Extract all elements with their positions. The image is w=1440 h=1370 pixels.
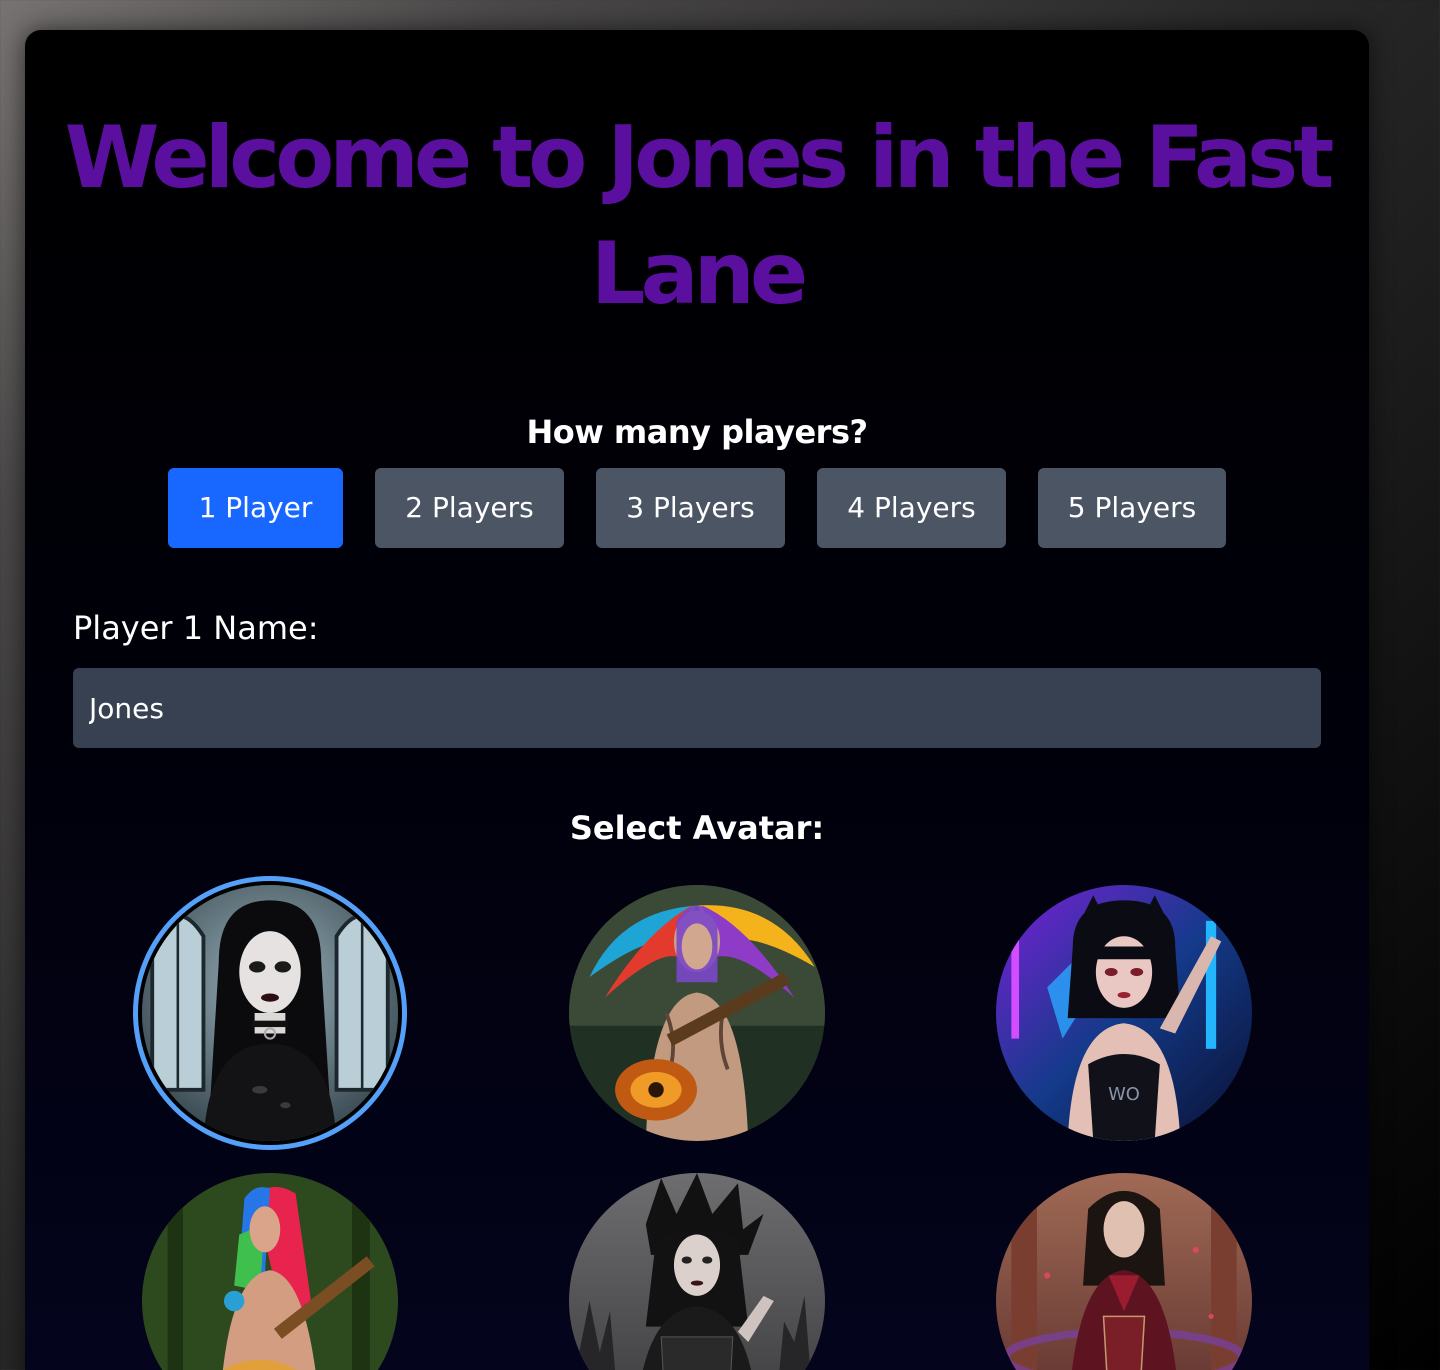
goth-girl-icon bbox=[142, 885, 398, 1141]
spiked-hair-goth-icon bbox=[569, 1173, 825, 1370]
neon-punk-girl-avatar[interactable]: WO bbox=[996, 885, 1252, 1141]
setup-panel: Welcome to Jones in the Fast Lane How ma… bbox=[25, 30, 1369, 1370]
spiked-hair-goth-avatar[interactable] bbox=[569, 1173, 825, 1370]
player-count-button-4[interactable]: 4 Players bbox=[817, 468, 1006, 548]
rainbow-hair-guitarist-avatar[interactable] bbox=[569, 885, 825, 1141]
players-heading: How many players? bbox=[526, 413, 868, 451]
rainbow-hair-girl-guitarist-icon bbox=[142, 1173, 398, 1370]
svg-text:WO: WO bbox=[1108, 1084, 1140, 1105]
goth-girl-avatar[interactable] bbox=[142, 885, 398, 1141]
vampire-icon bbox=[996, 1173, 1252, 1370]
player-count-button-2[interactable]: 2 Players bbox=[375, 468, 564, 548]
page-title: Welcome to Jones in the Fast Lane bbox=[64, 108, 1335, 324]
rainbow-hair-guitarist-icon bbox=[569, 885, 825, 1141]
vampire-avatar[interactable] bbox=[996, 1173, 1252, 1370]
player-count-button-1[interactable]: 1 Player bbox=[168, 468, 343, 548]
player-name-label: Player 1 Name: bbox=[73, 609, 319, 647]
player-name-input[interactable] bbox=[73, 668, 1321, 748]
player-count-button-5[interactable]: 5 Players bbox=[1038, 468, 1226, 548]
player-count-button-3[interactable]: 3 Players bbox=[596, 468, 785, 548]
rainbow-hair-girl-guitarist-avatar[interactable] bbox=[142, 1173, 398, 1370]
avatar-heading: Select Avatar: bbox=[569, 809, 825, 847]
neon-punk-girl-icon: WO bbox=[996, 885, 1252, 1141]
